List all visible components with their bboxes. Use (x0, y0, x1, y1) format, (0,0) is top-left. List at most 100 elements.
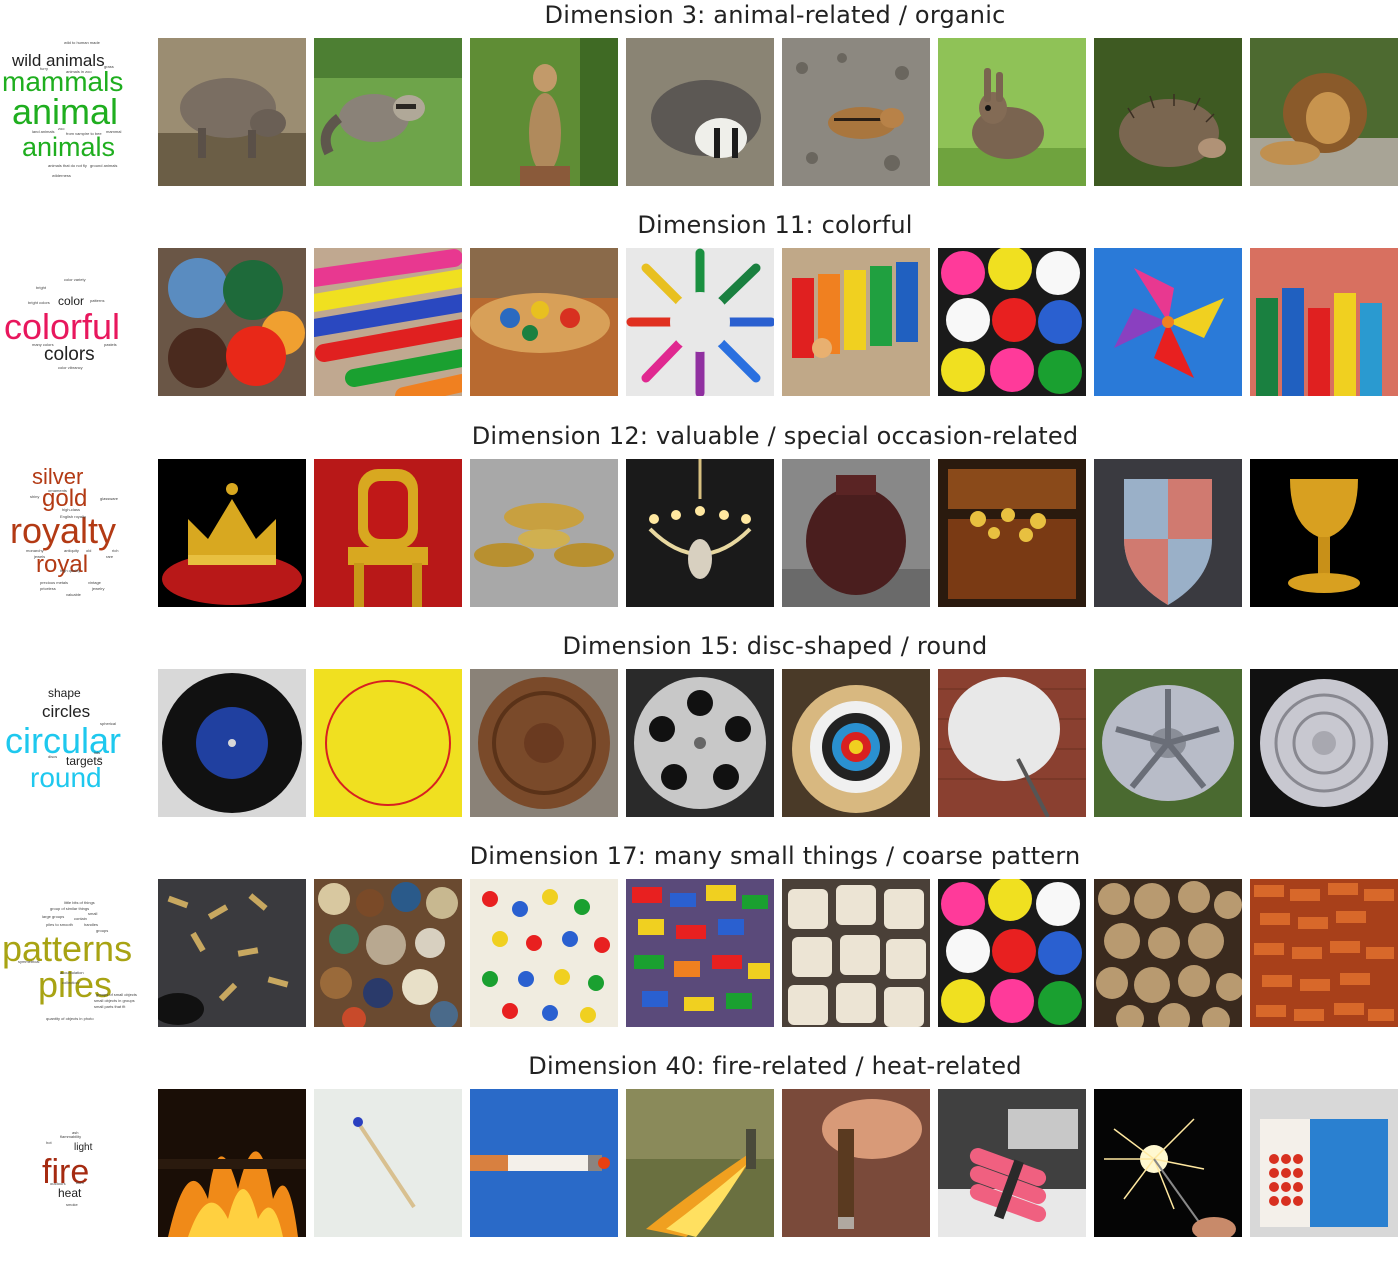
cloud-word: accumulation (60, 970, 84, 975)
rabbit-photo (938, 38, 1086, 186)
cloud-word: handles (84, 922, 99, 927)
row-title: Dimension 17: many small things / coarse… (469, 842, 1081, 870)
vinyl-record-photo (158, 669, 306, 817)
felt-pens-photo (626, 248, 774, 396)
cloud-word: zoo (58, 126, 65, 131)
manhole-cover-photo (470, 669, 618, 817)
image-strip (158, 669, 1400, 817)
badger-photo (626, 38, 774, 186)
row-title: Dimension 11: colorful (637, 211, 913, 239)
cloud-word: circles (42, 702, 91, 721)
cloud-word: little bits of things (64, 900, 95, 905)
cloud-word: animals that do not fly (48, 163, 87, 168)
cloud-word: heat (58, 1186, 82, 1200)
sparkler-photo (1094, 1089, 1242, 1237)
meerkat-photo (470, 38, 618, 186)
row-title: Dimension 3: animal-related / organic (544, 1, 1006, 29)
word-cloud: silver ornaments gold glassware shiny ro… (0, 457, 150, 607)
lego-bricks-photo (626, 879, 774, 1027)
cloud-word: rich (112, 548, 119, 553)
vase-photo (782, 459, 930, 607)
cloud-word: circular (5, 720, 122, 761)
cloud-word: mammal (106, 129, 122, 134)
cloud-word: colors (44, 344, 95, 365)
gumballs-2-photo (938, 879, 1086, 1027)
cloud-word: flammability (60, 1134, 82, 1139)
cloud-word: color vibrancy (58, 365, 83, 370)
cloud-word: jewels (34, 554, 46, 559)
cloud-word: vintage (88, 580, 101, 585)
cloud-word: animals in zoo (66, 69, 92, 74)
dynamite-photo (938, 1089, 1086, 1237)
cloud-word: high-class (62, 507, 81, 512)
hedgehog-photo (1094, 38, 1242, 186)
cloud-word: piles to smooth (46, 922, 73, 927)
cloud-word: small (88, 911, 98, 916)
cigarette-photo (470, 1089, 618, 1237)
crayons-photo (314, 248, 462, 396)
match-photo (314, 1089, 462, 1237)
cloud-word: collection (62, 980, 79, 985)
cloud-word: priceless (40, 586, 56, 591)
archery-target-photo (782, 669, 930, 817)
gold-dishes-photo (470, 459, 618, 607)
cloud-word: rare (106, 554, 114, 559)
cloud-word: ash (72, 1130, 79, 1135)
cloud-word: contain (74, 916, 87, 921)
cloud-word: from vampire to bee (66, 131, 102, 136)
dimension-row-17: Dimension 17: many small things / coarse… (0, 841, 1400, 1051)
row-title: Dimension 12: valuable / special occasio… (471, 422, 1079, 450)
flamethrower-photo (626, 1089, 774, 1237)
word-cloud: color variety bright color patterns brig… (0, 246, 150, 396)
cloud-word: many colors (32, 342, 54, 347)
chandelier-photo (626, 459, 774, 607)
cloud-word: bright colors (28, 300, 50, 305)
cloud-word: land animals (32, 129, 55, 134)
cloud-word: colorful (4, 306, 121, 347)
image-strip (158, 38, 1400, 186)
cloud-word: grass (104, 64, 114, 69)
image-strip (158, 879, 1400, 1027)
raccoon-photo (314, 38, 462, 186)
cloud-word: small objects in groups (94, 998, 135, 1003)
cloud-word: groups of small objects (96, 992, 137, 997)
cloud-word: shape (48, 686, 81, 700)
row-title: Dimension 40: fire-related / heat-relate… (528, 1052, 1022, 1080)
dimension-row-40: Dimension 40: fire-related / heat-relate… (0, 1051, 1400, 1261)
word-cloud: flammability fire light heat ash outdoor… (0, 1087, 150, 1237)
crown-photo (158, 459, 306, 607)
boar-photo (158, 38, 306, 186)
satellite-dish-photo (938, 669, 1086, 817)
toy-tubes-photo (1250, 248, 1398, 396)
cloud-word: shiny (30, 494, 40, 499)
dimension-row-15: Dimension 15: disc-shaped / round shape … (0, 631, 1400, 841)
image-strip (158, 459, 1400, 607)
cloud-word: quantity of objects in photo (46, 1016, 94, 1021)
throne-photo (314, 459, 462, 607)
row-title: Dimension 15: disc-shaped / round (562, 632, 988, 660)
treasure-chest-photo (938, 459, 1086, 607)
cloud-word: furry (40, 66, 48, 71)
cloud-word: animal (12, 91, 119, 132)
xylophone-photo (782, 248, 930, 396)
cloud-word: light (74, 1142, 93, 1153)
cloud-word: glassware (100, 496, 119, 501)
cloud-word: antiquity (64, 548, 79, 553)
cigar-photo (782, 1089, 930, 1237)
word-cloud: little bits of things group of similar t… (0, 877, 150, 1027)
matchbox-photo (1250, 1089, 1398, 1237)
paint-pots-photo (158, 248, 306, 396)
bullet-shells-photo (158, 879, 306, 1027)
dimension-row-3: Dimension 3: animal-related / organic wi… (0, 0, 1400, 210)
cloud-word: English royalty (60, 514, 87, 519)
cloud-word: monarchy (26, 548, 44, 553)
cloud-word: wilderness (52, 173, 71, 178)
cloud-word: precious metals (40, 580, 69, 585)
pinwheel-photo (1094, 248, 1242, 396)
cloud-word: hot (46, 1140, 52, 1145)
dimension-row-11: Dimension 11: colorful color variety bri… (0, 210, 1400, 420)
chipmunk-photo (782, 38, 930, 186)
paint-palette-photo (470, 248, 618, 396)
cloud-word: pastels (104, 342, 117, 347)
image-strip (158, 1089, 1400, 1237)
